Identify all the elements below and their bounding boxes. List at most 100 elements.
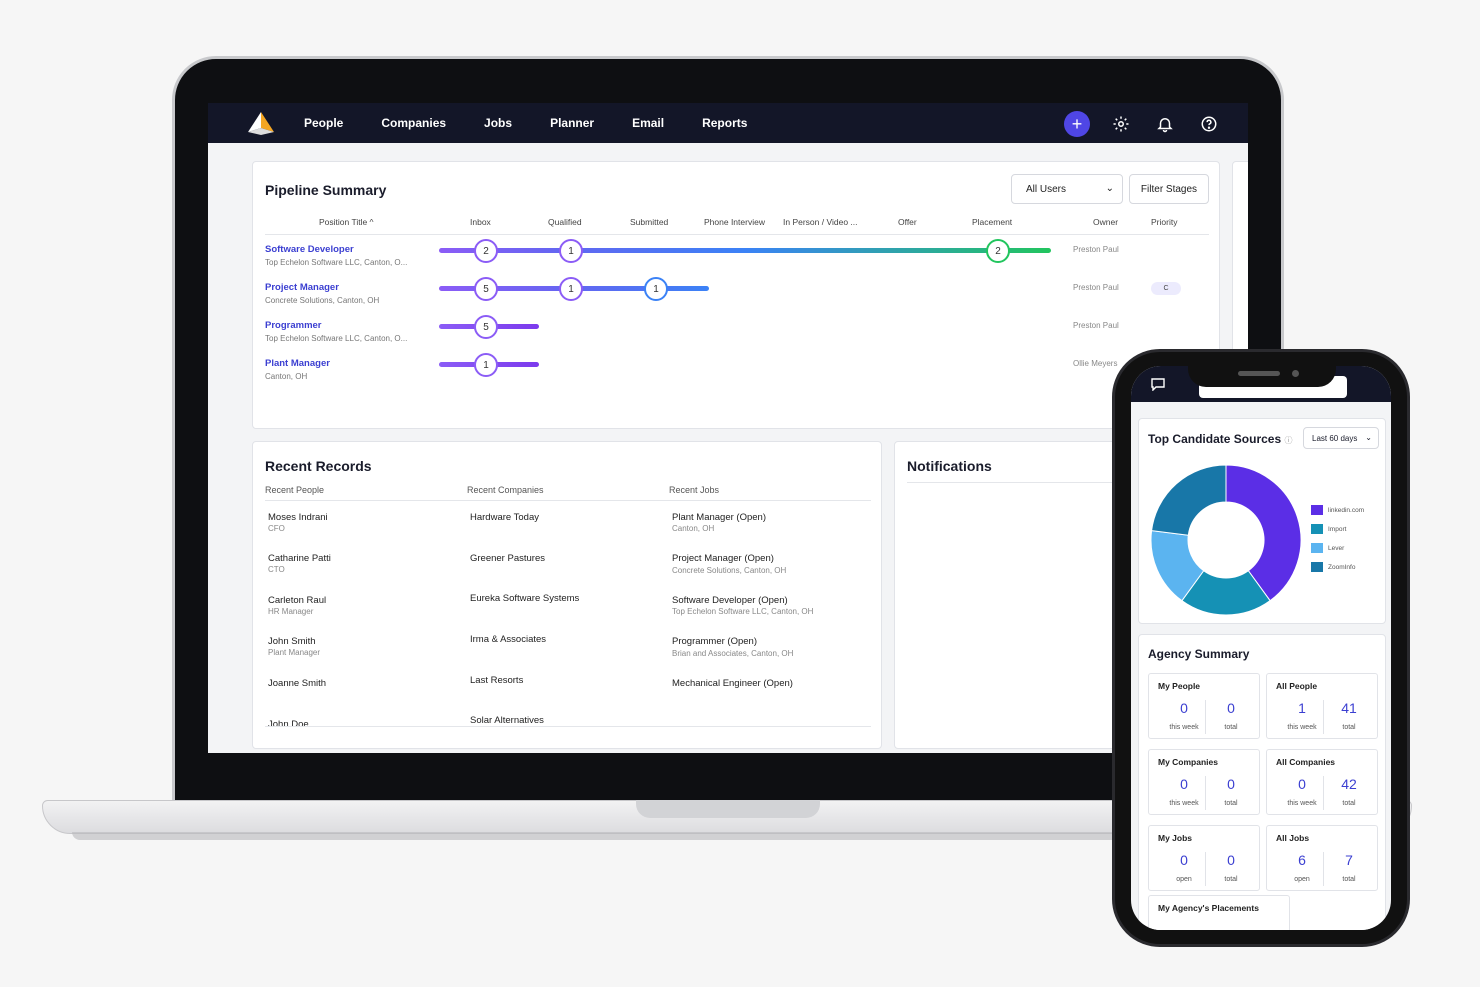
- filter-stages-button[interactable]: Filter Stages: [1129, 174, 1209, 204]
- stage-node[interactable]: 1: [644, 277, 668, 301]
- col-owner: Owner: [1093, 217, 1119, 227]
- person-link[interactable]: Moses Indrani: [268, 512, 328, 523]
- bell-icon[interactable]: [1152, 111, 1178, 137]
- tile-title: All Jobs: [1276, 833, 1310, 843]
- pipeline-progress-bar: [439, 248, 1051, 253]
- add-button[interactable]: +: [1064, 111, 1090, 137]
- summary-tile[interactable]: All People 1 this week 41 total: [1266, 673, 1378, 739]
- col-submitted: Submitted: [630, 217, 669, 227]
- tile-label: open: [1176, 876, 1192, 883]
- tile-value[interactable]: 0: [1164, 852, 1204, 868]
- phone-screen: Top Candidate Sources ⓘ Last 60 days ⌄ li…: [1131, 366, 1391, 930]
- summary-tile[interactable]: All Companies 0 this week 42 total: [1266, 749, 1378, 815]
- legend-item[interactable]: linkedin.com: [1311, 505, 1364, 515]
- job-link[interactable]: Software Developer (Open): [672, 595, 788, 606]
- col-position-title[interactable]: Position Title ^: [319, 217, 374, 227]
- nav-planner[interactable]: Planner: [550, 116, 594, 130]
- person-link[interactable]: Catharine Patti: [268, 553, 331, 564]
- tile-title: My Companies: [1158, 757, 1218, 767]
- col-phone-interview: Phone Interview: [704, 217, 765, 227]
- summary-tile[interactable]: My Companies 0 this week 0 total: [1148, 749, 1260, 815]
- nav-people[interactable]: People: [304, 116, 343, 130]
- chat-icon[interactable]: [1151, 378, 1165, 396]
- legend-label: Import: [1328, 525, 1347, 533]
- col-offer: Offer: [898, 217, 917, 227]
- stage-node[interactable]: 5: [474, 277, 498, 301]
- person-link[interactable]: John Smith: [268, 636, 316, 647]
- logo-icon[interactable]: [246, 110, 276, 136]
- tile-label: total: [1342, 800, 1356, 807]
- job-link[interactable]: Plant Manager (Open): [672, 512, 766, 523]
- candidate-sources-card: Top Candidate Sources ⓘ Last 60 days ⌄ li…: [1138, 418, 1386, 624]
- nav-jobs[interactable]: Jobs: [484, 116, 512, 130]
- tile-value[interactable]: 1: [1282, 700, 1322, 716]
- user-filter-select[interactable]: All Users ⌄: [1011, 174, 1123, 204]
- legend-item[interactable]: Lever: [1311, 543, 1344, 553]
- pipeline-row-sub: Concrete Solutions, Canton, OH: [265, 296, 380, 305]
- tile-title: All People: [1276, 681, 1318, 691]
- tile-value[interactable]: 0: [1164, 776, 1204, 792]
- person-role: CTO: [268, 565, 285, 574]
- recent-companies-header: Recent Companies: [467, 485, 544, 495]
- pipeline-row-sub: Top Echelon Software LLC, Canton, O...: [265, 334, 408, 343]
- tile-value[interactable]: 41: [1329, 700, 1369, 716]
- pipeline-row-title[interactable]: Programmer: [265, 320, 322, 331]
- tile-label: total: [1224, 800, 1238, 807]
- company-link[interactable]: Eureka Software Systems: [470, 593, 579, 604]
- help-icon[interactable]: [1196, 111, 1222, 137]
- company-link[interactable]: Irma & Associates: [470, 634, 546, 645]
- person-link[interactable]: Carleton Raul: [268, 595, 326, 606]
- nav-companies[interactable]: Companies: [381, 116, 446, 130]
- company-link[interactable]: Last Resorts: [470, 675, 523, 686]
- person-link[interactable]: John Doe: [268, 719, 309, 730]
- summary-tile[interactable]: All Jobs 6 open 7 total: [1266, 825, 1378, 891]
- person-link[interactable]: Joanne Smith: [268, 678, 326, 689]
- nav-reports[interactable]: Reports: [702, 116, 747, 130]
- nav-email[interactable]: Email: [632, 116, 664, 130]
- legend-item[interactable]: ZoomInfo: [1311, 562, 1355, 572]
- sources-title: Top Candidate Sources ⓘ: [1148, 432, 1293, 446]
- tile-value[interactable]: 0: [1211, 852, 1251, 868]
- donut-slice-zoominfo[interactable]: [1151, 465, 1227, 536]
- placements-tile[interactable]: My Agency's Placements: [1148, 895, 1290, 930]
- agency-title: Agency Summary: [1148, 647, 1250, 661]
- col-placement: Placement: [972, 217, 1013, 227]
- tile-value[interactable]: 0: [1211, 776, 1251, 792]
- date-range-select[interactable]: Last 60 days ⌄: [1303, 427, 1379, 449]
- tile-value[interactable]: 0: [1164, 700, 1204, 716]
- company-link[interactable]: Hardware Today: [470, 512, 539, 523]
- tile-value[interactable]: 0: [1211, 700, 1251, 716]
- priority-badge: C: [1151, 282, 1181, 295]
- owner-name: Ollie Meyers: [1073, 359, 1118, 368]
- tile-value[interactable]: 6: [1282, 852, 1322, 868]
- tile-title: All Companies: [1276, 757, 1336, 767]
- summary-tile[interactable]: My Jobs 0 open 0 total: [1148, 825, 1260, 891]
- tile-value[interactable]: 0: [1282, 776, 1322, 792]
- legend-item[interactable]: Import: [1311, 524, 1346, 534]
- legend-label: ZoomInfo: [1328, 563, 1356, 571]
- stage-node[interactable]: 2: [474, 239, 498, 263]
- pipeline-row-title[interactable]: Software Developer: [265, 244, 354, 255]
- stage-node[interactable]: 1: [474, 353, 498, 377]
- tile-value[interactable]: 42: [1329, 776, 1369, 792]
- pipeline-row-sub: Canton, OH: [265, 372, 308, 381]
- job-link[interactable]: Project Manager (Open): [672, 553, 774, 564]
- summary-tile[interactable]: My People 0 this week 0 total: [1148, 673, 1260, 739]
- job-link[interactable]: Programmer (Open): [672, 636, 757, 647]
- company-link[interactable]: Solar Alternatives: [470, 715, 544, 726]
- pipeline-row-title[interactable]: Plant Manager: [265, 358, 330, 369]
- pipeline-row-title[interactable]: Project Manager: [265, 282, 339, 293]
- stage-node[interactable]: 1: [559, 239, 583, 263]
- tile-value[interactable]: 7: [1329, 852, 1369, 868]
- tile-label: this week: [1169, 724, 1199, 731]
- job-link[interactable]: Mechanical Engineer (Open): [672, 678, 793, 689]
- notifications-title: Notifications: [907, 458, 992, 474]
- gear-icon[interactable]: [1108, 111, 1134, 137]
- info-icon[interactable]: ⓘ: [1284, 436, 1292, 445]
- company-link[interactable]: Greener Pastures: [470, 553, 545, 564]
- chevron-down-icon: ⌄: [1365, 433, 1372, 442]
- stage-node[interactable]: 5: [474, 315, 498, 339]
- stage-node[interactable]: 1: [559, 277, 583, 301]
- col-in-person: In Person / Video ...: [783, 217, 858, 227]
- stage-node[interactable]: 2: [986, 239, 1010, 263]
